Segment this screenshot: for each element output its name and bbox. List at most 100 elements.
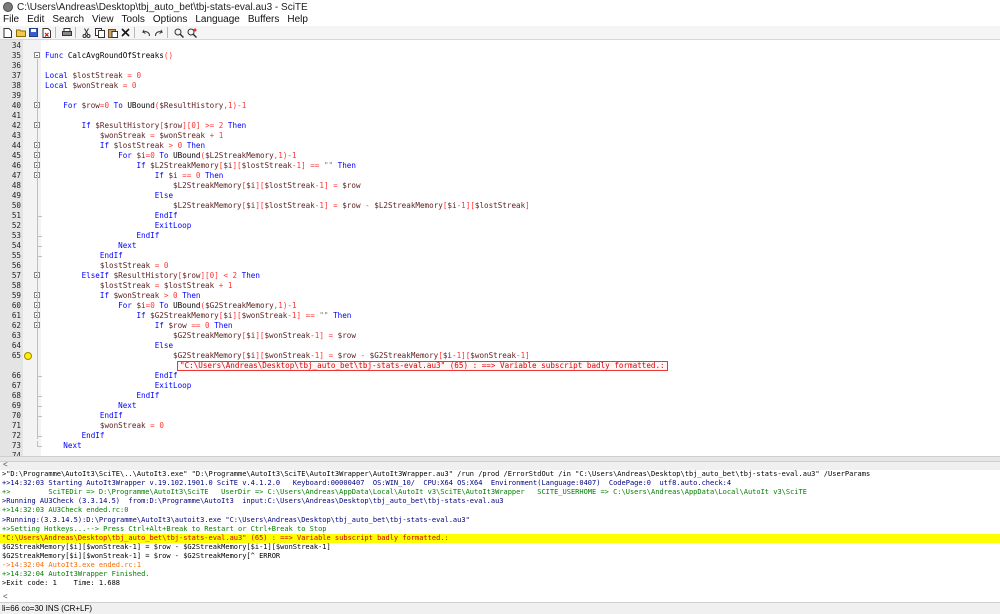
code-token: CalcAvgRoundOfStreaks [67,51,164,60]
code-line[interactable]: 67 ExitLoop [0,381,1000,391]
code-line[interactable]: 37 Local $lostStreak = 0 [0,71,1000,81]
code-line[interactable]: 41 [0,111,1000,121]
code-line[interactable]: 62 If $row == 0 Then [0,321,1000,331]
menu-item-edit[interactable]: Edit [23,14,48,26]
code-line[interactable]: 56 $lostStreak = 0 [0,261,1000,271]
code-line[interactable]: 38 Local $wonStreak = 0 [0,81,1000,91]
output-line[interactable]: +>14:32:03 AU3Check ended.rc:0 [2,506,128,515]
paste-icon[interactable] [107,27,118,38]
code-line[interactable]: 55 EndIf [0,251,1000,261]
code-line[interactable]: 47 If $i == 0 Then [0,171,1000,181]
output-line[interactable]: +>Setting Hotkeys...--> Press Ctrl+Alt+B… [2,525,327,534]
code-line[interactable]: "C:\Users\Andreas\Desktop\tbj_auto_bet\t… [0,361,1000,371]
code-token: $wonStreak [241,311,288,320]
menu-item-help[interactable]: Help [283,14,312,26]
output-line[interactable]: >Exit code: 1 Time: 1.688 [2,579,120,588]
code-line[interactable]: 68 EndIf [0,391,1000,401]
code-line[interactable]: 43 $wonStreak = $wonStreak + 1 [0,131,1000,141]
output-line[interactable]: >Running AU3Check (3.3.14.5) from:D:\Pro… [2,497,504,506]
code-token: > [159,291,174,300]
code-line[interactable]: 71 $wonStreak = 0 [0,421,1000,431]
code-editor[interactable]: 34 35 Func CalcAvgRoundOfStreaks() 36 37 Loca… [0,40,1000,456]
code-line[interactable]: 58 $lostStreak = $lostStreak + 1 [0,281,1000,291]
code-line[interactable]: 42 If $ResultHistory[$row][0] >= 2 Then [0,121,1000,131]
pane-splitter[interactable] [0,456,1000,462]
code-line[interactable]: 73 Next [0,441,1000,451]
output-pane[interactable]: >"D:\Programme\AutoIt3\SciTE\..\AutoIt3.… [0,470,1000,602]
menu-item-buffers[interactable]: Buffers [244,14,284,26]
redo-icon[interactable] [153,27,164,38]
menu-item-view[interactable]: View [88,14,118,26]
fold-toggle-icon[interactable] [34,52,40,58]
code-line[interactable]: 65 $G2StreakMemory[$i][$wonStreak-1] = $… [0,351,1000,361]
open-file-icon[interactable] [15,27,26,38]
code-token: $lostStreak [241,161,292,170]
toolbar-separator [167,27,168,38]
replace-icon[interactable] [186,27,197,38]
code-line[interactable]: 60 For $i=0 To UBound($G2StreakMemory,1)… [0,301,1000,311]
code-line[interactable]: 50 $L2StreakMemory[$i][$lostStreak-1] = … [0,201,1000,211]
output-line[interactable]: +>14:32:04 AutoIt3Wrapper Finished. [2,570,150,579]
code-line[interactable]: 53 EndIf [0,231,1000,241]
code-line[interactable]: 40 For $row=0 To UBound($ResultHistory,1… [0,101,1000,111]
save-icon[interactable] [28,27,39,38]
code-token: $wonStreak [470,351,517,360]
scroll-left-arrow-icon[interactable]: < [3,460,8,469]
close-file-icon[interactable] [41,27,52,38]
output-line[interactable]: "C:\Users\Andreas\Desktop\tbj_auto_bet\t… [2,534,449,543]
code-line[interactable]: 70 EndIf [0,411,1000,421]
output-line[interactable]: ->14:32:04 AutoIt3.exe ended.rc:1 [2,561,141,570]
code-line[interactable]: 45 For $i=0 To UBound($L2StreakMemory,1)… [0,151,1000,161]
menu-item-search[interactable]: Search [48,14,88,26]
new-file-icon[interactable] [2,27,13,38]
code-line[interactable]: 63 $G2StreakMemory[$i][$wonStreak-1] = $… [0,331,1000,341]
code-line[interactable]: 72 EndIf [0,431,1000,441]
code-token: $wonStreak [264,331,311,340]
fold-guide-line [37,59,38,439]
code-line[interactable]: 49 Else [0,191,1000,201]
code-line[interactable]: 69 Next [0,401,1000,411]
output-line[interactable]: $G2StreakMemory[$i][$wonStreak-1] = $row… [2,552,280,561]
code-line[interactable]: 48 $L2StreakMemory[$i][$lostStreak-1] = … [0,181,1000,191]
code-line[interactable]: 34 [0,41,1000,51]
code-token: == [177,171,196,180]
menu-item-file[interactable]: File [0,14,23,26]
copy-icon[interactable] [94,27,105,38]
code-line[interactable]: 57 ElseIf $ResultHistory[$row][0] < 2 Th… [0,271,1000,281]
code-line[interactable]: 66 EndIf [0,371,1000,381]
code-line[interactable]: 54 Next [0,241,1000,251]
menu-item-options[interactable]: Options [149,14,191,26]
code-line[interactable]: 64 Else [0,341,1000,351]
delete-icon[interactable] [120,27,131,38]
code-line[interactable]: 51 EndIf [0,211,1000,221]
line-number: 70 [11,411,21,420]
output-scroll-left-arrow-icon[interactable]: < [3,592,8,601]
menu-item-tools[interactable]: Tools [118,14,149,26]
code-token: = [145,131,160,140]
cut-icon[interactable] [81,27,92,38]
code-line[interactable]: 52 ExitLoop [0,221,1000,231]
code-line[interactable]: 46 If $L2StreakMemory[$i][$lostStreak-1]… [0,161,1000,171]
code-line[interactable]: 44 If $lostStreak > 0 Then [0,141,1000,151]
find-icon[interactable] [173,27,184,38]
output-line[interactable]: +> SciTEDir => D:\Programme\AutoIt3\SciT… [2,488,807,497]
code-line[interactable]: 61 If $G2StreakMemory[$i][$wonStreak-1] … [0,311,1000,321]
code-line[interactable]: 35 Func CalcAvgRoundOfStreaks() [0,51,1000,61]
output-line[interactable]: >"D:\Programme\AutoIt3\SciTE\..\AutoIt3.… [2,470,870,479]
code-text: EndIf [45,231,159,241]
output-line[interactable]: +>14:32:03 Starting AutoIt3Wrapper v.19.… [2,479,731,488]
fold-end-marker [37,441,42,447]
code-token: 1 [227,281,233,290]
code-line[interactable]: 36 [0,61,1000,71]
code-line[interactable]: 39 [0,91,1000,101]
code-text: For $i=0 To UBound($L2StreakMemory,1)-1 [45,151,296,161]
code-line[interactable]: 59 If $wonStreak > 0 Then [0,291,1000,301]
menu-item-language[interactable]: Language [191,14,244,26]
error-marker-icon[interactable] [24,352,32,360]
undo-icon[interactable] [140,27,151,38]
output-line[interactable]: >Running:(3.3.14.5):D:\Programme\AutoIt3… [2,516,470,525]
output-line[interactable]: $G2StreakMemory[$i][$wonStreak-1] = $row… [2,543,331,552]
print-icon[interactable] [61,27,72,38]
